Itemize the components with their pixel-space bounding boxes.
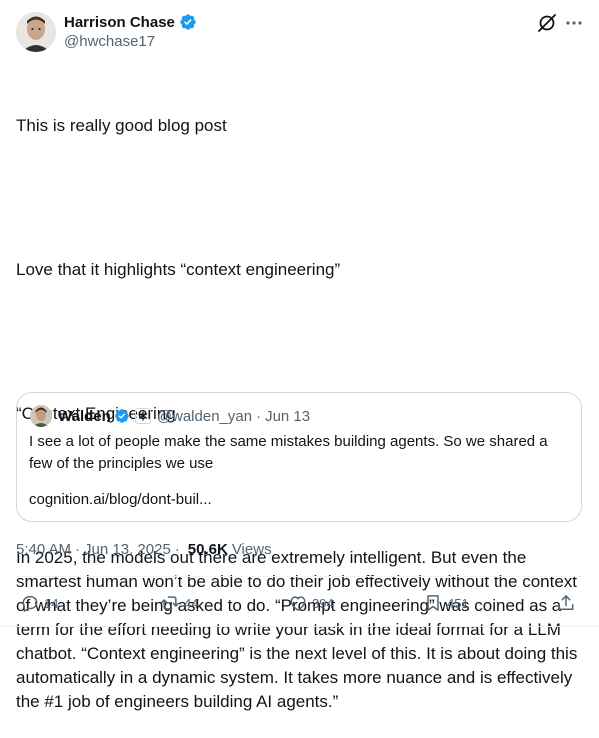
tweet-spacer [16, 186, 582, 210]
quoted-tweet-card[interactable]: Walden @walden_yan · Jun 13 I see a lot … [16, 392, 582, 522]
tweet-time[interactable]: 5:40 AM [16, 541, 71, 558]
quoted-link[interactable]: cognition.ai/blog/dont-buil... [29, 489, 212, 511]
repost-icon [160, 596, 180, 610]
separator-dot: · [174, 541, 180, 558]
quoted-date[interactable]: Jun 13 [265, 408, 310, 425]
separator-dot: · [75, 541, 81, 558]
author-avatar[interactable] [16, 12, 56, 52]
tweet-meta: 5:40 AM · Jun 13, 2025 · 50.6K Views [16, 541, 272, 558]
like-button[interactable]: 394 [288, 590, 334, 616]
tweet-line: Love that it highlights “context enginee… [16, 260, 341, 279]
quoted-header: Walden @walden_yan · Jun 13 [58, 405, 310, 427]
author-handle[interactable]: @hwchase17 [64, 33, 155, 50]
like-count: 394 [312, 595, 334, 611]
bookmark-button[interactable]: 451 [423, 590, 469, 616]
repost-button[interactable]: 44 [160, 590, 198, 616]
tweet-spacer [16, 330, 582, 354]
tweet-line: In 2025, the models out there are extrem… [16, 548, 583, 711]
more-options-icon[interactable] [565, 12, 583, 34]
reply-icon [22, 596, 38, 612]
bookmark-icon [427, 595, 439, 611]
snowflake-icon[interactable] [134, 408, 151, 424]
reply-button[interactable]: 14 [20, 590, 58, 616]
quoted-author-avatar[interactable] [30, 405, 52, 427]
heart-icon [290, 596, 306, 611]
verified-badge-icon[interactable] [179, 13, 197, 31]
verified-badge-icon[interactable] [114, 408, 130, 424]
author-name[interactable]: Harrison Chase [64, 14, 175, 31]
quoted-author-name[interactable]: Walden [58, 408, 111, 425]
divider [16, 576, 582, 577]
quoted-text-body: I see a lot of people make the same mist… [29, 433, 548, 472]
separator-dot: · [256, 407, 262, 425]
grok-icon[interactable] [536, 12, 558, 34]
action-bar: 14 44 394 451 [16, 590, 582, 616]
tweet-date[interactable]: Jun 13, 2025 [84, 541, 171, 558]
quoted-author-handle[interactable]: @walden_yan [157, 408, 252, 425]
share-icon [558, 595, 574, 610]
views-label: Views [231, 541, 272, 558]
share-button[interactable] [556, 590, 576, 616]
quoted-text: I see a lot of people make the same mist… [29, 431, 569, 475]
bookmark-count: 451 [447, 595, 469, 611]
author-name-row: Harrison Chase [64, 12, 197, 32]
tweet-line: This is really good blog post [16, 116, 227, 135]
repost-count: 44 [184, 595, 199, 611]
views-count: 50.6K [187, 541, 228, 558]
reply-count: 14 [44, 595, 59, 611]
